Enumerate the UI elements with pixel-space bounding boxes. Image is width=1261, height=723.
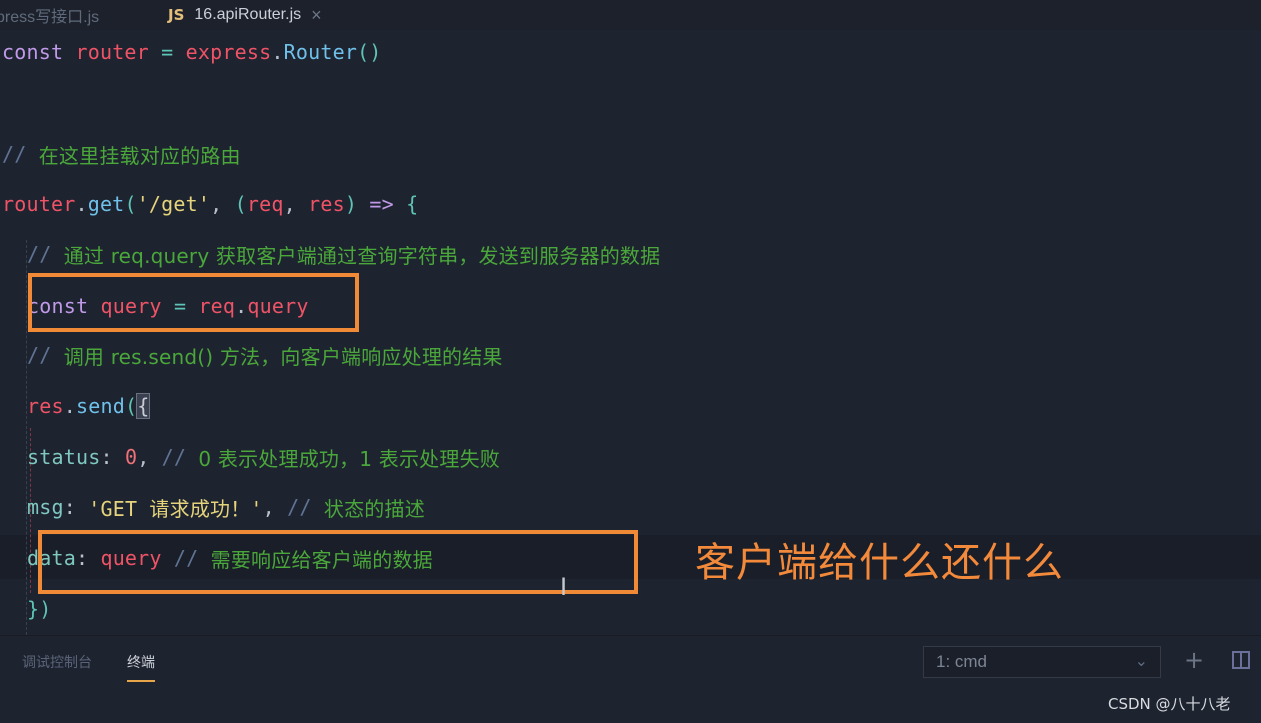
tab-debug-console[interactable]: 调试控制台 [22,652,92,672]
watermark: CSDN @八十八老 [1108,695,1231,713]
editor-tab-bar: press写接口.js JS 16.apiRouter.js × [0,0,1261,32]
code-token: req [246,192,284,216]
code-token: const [2,40,64,64]
code-line: status: 0, // 0 表示处理成功，1 表示处理失败 [27,443,500,471]
code-editor[interactable]: const router = express. Router()// 在这里挂载对… [0,30,1261,635]
code-token: = [161,40,174,64]
code-token: express [185,40,272,64]
code-token: status [27,445,101,469]
add-terminal-button[interactable]: + [1181,646,1207,674]
code-token: ( [124,192,137,216]
code-token: send [75,394,125,418]
code-token: 在这里挂载对应的路由 [38,143,241,168]
code-line: // 在这里挂载对应的路由 [2,140,241,168]
code-token: 0 [124,445,138,469]
tab-api-router[interactable]: JS 16.apiRouter.js × [152,0,356,32]
code-token: 通过 req.query 获取客户端通过查询字符串，发送到服务器的数据 [63,243,661,268]
code-token: . [271,40,284,64]
split-icon [1232,651,1250,669]
code-line: res. send({ [27,392,151,420]
code-token: }) [27,597,52,621]
tab-label: press写接口.js [0,9,100,26]
code-line: const router = express. Router() [2,38,382,66]
code-token: ( [234,192,247,216]
tab-express-interface[interactable]: press写接口.js [0,0,99,30]
code-token: 'GET 请求成功！' [88,496,263,521]
code-token: '/get' [136,192,211,216]
code-token: res [308,192,345,216]
code-token: () [357,40,382,64]
javascript-file-icon: JS [168,6,185,24]
code-token: . [63,394,76,418]
code-token: { [406,192,419,216]
code-token: : [63,495,89,519]
code-token: router [2,192,76,216]
code-token: get [87,192,125,216]
highlight-box-query-const [28,273,359,332]
code-token: : [100,445,125,469]
code-line: }) [27,595,51,623]
code-token: => [369,192,394,216]
code-token: , [262,495,288,519]
code-token: 0 表示处理成功，1 表示处理失败 [198,446,500,471]
code-token: 调用 res.send() 方法，向客户端响应处理的结果 [63,344,503,369]
code-token: // [2,142,39,166]
code-token: , [210,192,235,216]
bottom-panel: 调试控制台 终端 1: cmd ⌄ + CSDN @八十八老 [0,635,1261,723]
code-token: router [75,40,149,64]
code-token: , [137,445,162,469]
terminal-select-value: 1: cmd [936,652,988,671]
tab-label: 16.apiRouter.js [194,6,302,23]
tab-terminal[interactable]: 终端 [127,652,155,682]
code-token: . [75,192,88,216]
code-line: // 调用 res.send() 方法，向客户端响应处理的结果 [27,341,503,369]
close-icon[interactable]: × [311,5,322,26]
terminal-select[interactable]: 1: cmd ⌄ [923,646,1161,678]
code-token: // [287,495,324,519]
text-cursor-icon: I [560,573,568,601]
code-token: ( [124,394,138,418]
code-token: Router [283,40,358,64]
code-token: res [27,394,64,418]
code-token: // [161,445,199,469]
code-token: { [136,393,151,419]
code-token: , [283,192,309,216]
split-terminal-button[interactable] [1228,646,1254,674]
chevron-down-icon: ⌄ [1134,653,1148,670]
code-token: // [27,242,64,266]
code-line: msg: 'GET 请求成功！', // 状态的描述 [27,493,425,521]
annotation-text: 客户端给什么还什么 [695,540,1064,586]
code-line: // 通过 req.query 获取客户端通过查询字符串，发送到服务器的数据 [27,240,660,268]
code-token: ) [344,192,358,216]
code-token: msg [27,495,64,519]
code-token: 状态的描述 [323,496,425,521]
highlight-box-data-query [38,530,638,594]
code-line: router. get('/get', (req, res) => { [2,190,418,218]
code-token: // [27,343,64,367]
